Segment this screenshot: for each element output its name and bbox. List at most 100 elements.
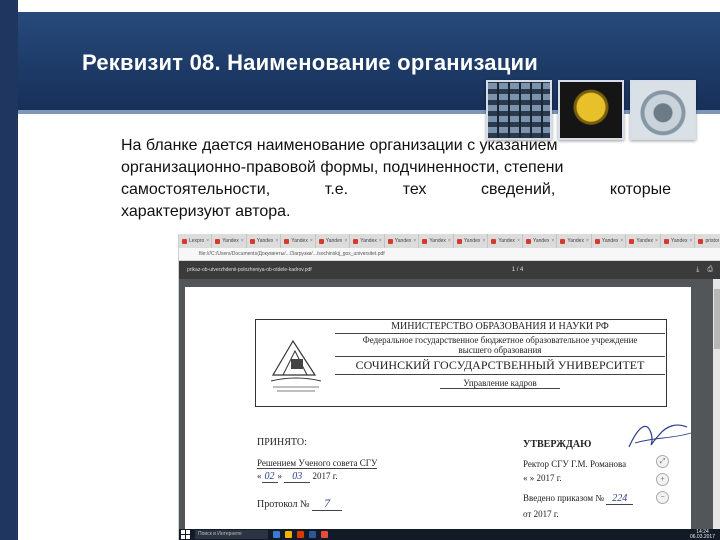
tab-favicon-icon xyxy=(284,238,290,244)
tab-label: Yandex xyxy=(601,238,619,244)
tab-close-icon[interactable]: × xyxy=(275,238,278,244)
tab-favicon-icon xyxy=(353,238,359,244)
tab-favicon-icon xyxy=(663,238,669,244)
browser-tab[interactable]: pristor× xyxy=(695,234,720,248)
clock-date: 06.03.2017 xyxy=(689,533,715,540)
tab-favicon-icon xyxy=(456,238,462,244)
tab-close-icon[interactable]: × xyxy=(620,238,623,244)
browser-tab[interactable]: Yandex × xyxy=(454,234,489,248)
order-line: Введено приказом № 224 xyxy=(523,493,634,505)
tab-close-icon[interactable]: × xyxy=(413,238,416,244)
tab-label: Yandex xyxy=(222,238,239,244)
address-url: file:///C:/Users/Documents/Документы/...… xyxy=(199,251,385,257)
accepted-label: ПРИНЯТО: xyxy=(257,437,307,448)
tab-close-icon[interactable]: × xyxy=(344,238,347,244)
date-close-quote: » xyxy=(277,471,283,481)
tab-label: Yandex xyxy=(532,238,550,244)
pdf-page: МИНИСТЕРСТВО ОБРАЗОВАНИЯ И НАУКИ РФ Феде… xyxy=(185,287,692,532)
word-app-icon[interactable] xyxy=(309,531,316,538)
university-name: СОЧИНСКИЙ ГОСУДАРСТВЕННЫЙ УНИВЕРСИТЕТ xyxy=(335,358,665,375)
date-day: 02 xyxy=(261,471,278,483)
tab-favicon-icon xyxy=(249,238,255,244)
tab-label: Yandex xyxy=(567,238,584,244)
tab-close-icon[interactable]: × xyxy=(517,238,520,244)
order-number: 224 xyxy=(606,493,634,505)
zoom-out-button[interactable]: − xyxy=(656,491,669,504)
download-icon[interactable]: ⤓ xyxy=(696,266,699,274)
browser-tab[interactable]: Yandex × xyxy=(247,234,282,248)
body-line-1: На бланке дается наименование организаци… xyxy=(121,137,558,154)
pdf-toolbar: prikaz-ob-utverzhdenii-polozheniya-ob-ot… xyxy=(179,261,720,279)
slide-body-text: На бланке дается наименование организаци… xyxy=(121,135,671,223)
tab-label: Yandex xyxy=(498,238,515,244)
zoom-in-button[interactable]: + xyxy=(656,473,669,486)
tab-label: Lexpro xyxy=(189,238,205,244)
taskbar-search-input[interactable]: Поиск в Интернете xyxy=(195,530,268,539)
address-bar[interactable]: file:///C:/Users/Documents/Документы/...… xyxy=(179,248,720,261)
browser-tab[interactable]: Yandex × xyxy=(592,234,627,248)
print-icon[interactable]: ⎙ xyxy=(707,266,713,274)
body-line-4: характеризуют автора. xyxy=(121,203,291,220)
windows-start-icon[interactable] xyxy=(181,530,191,539)
tab-close-icon[interactable]: × xyxy=(690,238,693,244)
browser-tab[interactable]: Yandex × xyxy=(626,234,661,248)
tab-close-icon[interactable]: × xyxy=(448,238,451,244)
tab-favicon-icon xyxy=(182,238,187,244)
tab-favicon-icon xyxy=(387,238,393,244)
tab-label: Yandex xyxy=(636,238,653,244)
tab-close-icon[interactable]: × xyxy=(551,238,554,244)
browser-tab[interactable]: Yandex × xyxy=(350,234,385,248)
speaker-image xyxy=(630,80,696,140)
pdf-scrollbar[interactable] xyxy=(713,279,720,529)
slide-title: Реквизит 08. Наименование организации xyxy=(82,50,538,75)
tab-label: Yandex xyxy=(429,238,446,244)
tab-close-icon[interactable]: × xyxy=(482,238,485,244)
scrollbar-thumb[interactable] xyxy=(714,289,720,349)
tab-close-icon[interactable]: × xyxy=(206,238,209,244)
browser-tab[interactable]: Yandex × xyxy=(281,234,316,248)
council-decision: Решением Ученого совета СГУ xyxy=(257,458,378,469)
pdf-viewer: МИНИСТЕРСТВО ОБРАЗОВАНИЯ И НАУКИ РФ Феде… xyxy=(179,279,720,532)
tab-label: Yandex xyxy=(394,238,412,244)
browser-tab[interactable]: Yandex × xyxy=(316,234,351,248)
file-explorer-icon[interactable] xyxy=(285,531,292,538)
federal-line-1: Федеральное государственное бюджетное об… xyxy=(362,335,638,345)
tab-close-icon[interactable]: × xyxy=(241,238,244,244)
tab-close-icon[interactable]: × xyxy=(655,238,658,244)
browser-tab[interactable]: Yandex × xyxy=(557,234,592,248)
tab-close-icon[interactable]: × xyxy=(379,238,382,244)
browser-tab[interactable]: Yandex × xyxy=(419,234,454,248)
protocol-label: Протокол № xyxy=(257,499,310,510)
letterhead-text: МИНИСТЕРСТВО ОБРАЗОВАНИЯ И НАУКИ РФ Феде… xyxy=(335,321,665,389)
tab-label: pristor xyxy=(705,238,720,244)
tab-favicon-icon xyxy=(594,238,600,244)
browser-tab[interactable]: Yandex × xyxy=(212,234,247,248)
browser-app-icon[interactable] xyxy=(321,531,328,538)
browser-tab[interactable]: Yandex × xyxy=(385,234,420,248)
department-name: Управление кадров xyxy=(440,378,560,389)
decision-date: «02» 03 2017 г. xyxy=(257,471,338,483)
keyboard-image xyxy=(486,80,552,140)
zoom-fit-button[interactable]: ⤢ xyxy=(656,455,669,468)
tab-label: Yandex xyxy=(360,238,377,244)
browser-tab[interactable]: Yandex × xyxy=(523,234,558,248)
headphones-image xyxy=(558,80,624,140)
browser-tab-strip: Lexpro × Yandex × Yandex × Yandex × Yandex × Yande… xyxy=(179,234,720,248)
tab-label: Yandex xyxy=(670,238,688,244)
rector-line: Ректор СГУ Г.М. Романова xyxy=(523,459,627,469)
task-view-icon[interactable] xyxy=(273,531,280,538)
tab-favicon-icon xyxy=(318,238,324,244)
rector-date: « » 2017 г. xyxy=(523,473,562,483)
browser-tab[interactable]: Yandex × xyxy=(661,234,696,248)
office-app-icon[interactable] xyxy=(297,531,304,538)
ministry-name: МИНИСТЕРСТВО ОБРАЗОВАНИЯ И НАУКИ РФ xyxy=(335,321,665,334)
browser-tab[interactable]: Lexpro × xyxy=(179,234,213,248)
order-label: Введено приказом № xyxy=(523,493,604,503)
taskbar-clock[interactable]: 14:24 06.03.2017 xyxy=(689,529,715,540)
tab-close-icon[interactable]: × xyxy=(586,238,589,244)
tab-close-icon[interactable]: × xyxy=(310,238,313,244)
tab-favicon-icon xyxy=(422,238,428,244)
tab-label: Yandex xyxy=(256,238,274,244)
tab-favicon-icon xyxy=(491,238,497,244)
browser-tab[interactable]: Yandex × xyxy=(488,234,523,248)
